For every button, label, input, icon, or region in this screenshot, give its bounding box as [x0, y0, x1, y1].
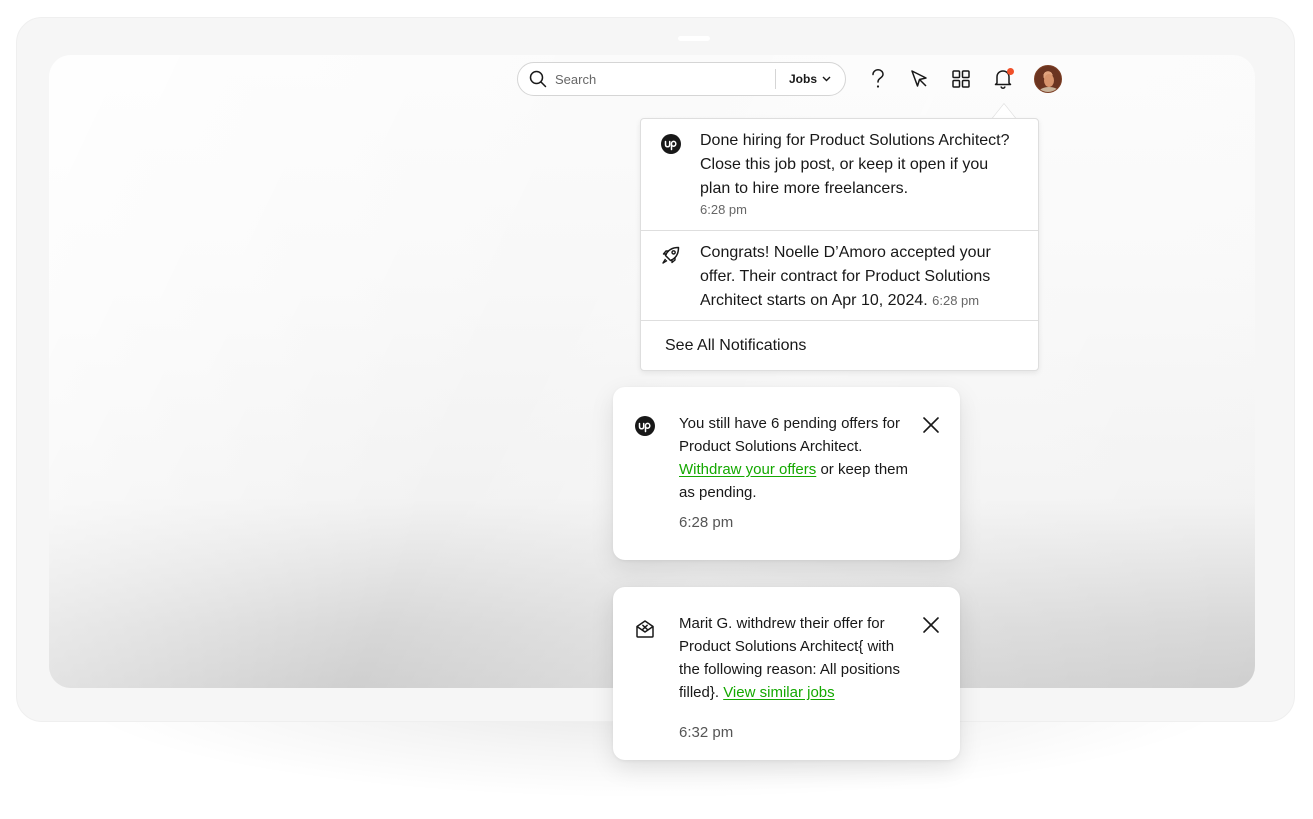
apps-grid-icon[interactable]	[949, 67, 973, 91]
notification-time: 6:28 pm	[932, 293, 980, 308]
envelope-x-icon	[634, 618, 656, 640]
search-scope-label: Jobs	[788, 72, 817, 86]
avatar[interactable]	[1034, 65, 1062, 93]
notification-item[interactable]: Congrats! Noelle D’Amoro accepted your o…	[641, 231, 1038, 321]
chevron-down-icon	[822, 76, 831, 82]
toast-text: You still have 6 pending offers for Prod…	[679, 415, 900, 455]
upwork-logo-icon	[634, 415, 656, 437]
search-scope-dropdown[interactable]: Jobs	[776, 72, 845, 86]
toast-notification: You still have 6 pending offers for Prod…	[613, 387, 960, 560]
dropdown-caret	[992, 104, 1016, 119]
toast-time: 6:28 pm	[679, 514, 734, 531]
search-input[interactable]: Search	[555, 72, 775, 87]
close-icon[interactable]	[920, 414, 942, 436]
search-icon	[528, 69, 548, 89]
notification-item[interactable]: Done hiring for Product Solutions Archit…	[641, 119, 1038, 231]
search-bar[interactable]: Search Jobs	[517, 62, 846, 96]
avatar-face	[1044, 74, 1054, 87]
help-icon[interactable]	[866, 67, 890, 91]
notification-text: Done hiring for Product Solutions Archit…	[700, 132, 1010, 197]
see-all-notifications-link[interactable]: See All Notifications	[665, 337, 806, 355]
upwork-logo-icon	[660, 133, 682, 155]
toast-time: 6:32 pm	[679, 724, 734, 741]
notification-badge	[1007, 68, 1014, 75]
toast-message: Marit G. withdrew their offer for Produc…	[679, 612, 911, 704]
notifications-dropdown: Done hiring for Product Solutions Archit…	[640, 118, 1039, 371]
close-icon[interactable]	[920, 614, 942, 636]
rocket-icon	[660, 244, 682, 266]
device-notch	[678, 36, 710, 41]
direct-contracts-icon[interactable]	[907, 67, 931, 91]
withdraw-offers-link[interactable]: Withdraw your offers	[679, 461, 816, 478]
view-similar-jobs-link[interactable]: View similar jobs	[723, 684, 834, 701]
toast-notification: Marit G. withdrew their offer for Produc…	[613, 587, 960, 760]
notification-time: 6:28 pm	[700, 202, 747, 217]
toast-message: You still have 6 pending offers for Prod…	[679, 412, 911, 504]
